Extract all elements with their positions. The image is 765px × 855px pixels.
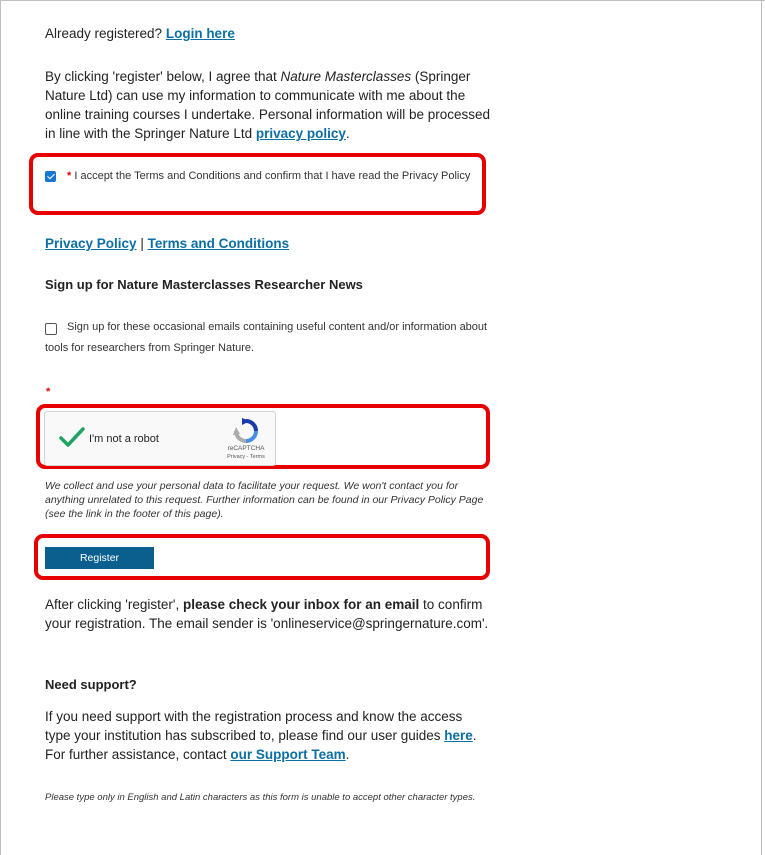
privacy-policy-footer-link[interactable]: Privacy Policy bbox=[45, 236, 137, 251]
recaptcha-widget[interactable]: I'm not a robot reCAPTCHA Privacy - Term… bbox=[44, 411, 276, 466]
policy-links-separator: | bbox=[136, 236, 148, 251]
support-text-1: If you need support with the registratio… bbox=[45, 709, 463, 743]
terms-required-mark: * bbox=[67, 170, 72, 182]
confirmation-text-1: After clicking 'register', bbox=[45, 597, 183, 612]
character-note: Please type only in English and Latin ch… bbox=[45, 792, 476, 803]
privacy-policy-link[interactable]: privacy policy bbox=[256, 126, 346, 141]
terms-link[interactable]: Terms and Conditions bbox=[148, 236, 290, 251]
consent-text-3: . bbox=[345, 126, 350, 141]
login-prompt-text: Already registered? bbox=[45, 26, 166, 41]
consent-text-1: By clicking 'register' below, I agree th… bbox=[45, 69, 281, 84]
newsletter-label: Sign up for these occasional emails cont… bbox=[45, 317, 495, 359]
user-guides-link[interactable]: here bbox=[444, 728, 473, 743]
terms-label-text: I accept the Terms and Conditions and co… bbox=[74, 170, 471, 182]
confirmation-info: After clicking 'register', please check … bbox=[45, 595, 490, 633]
login-prompt: Already registered? Login here bbox=[45, 24, 505, 43]
login-link[interactable]: Login here bbox=[166, 26, 235, 41]
recaptcha-brand: reCAPTCHA bbox=[227, 445, 265, 452]
support-paragraph: If you need support with the registratio… bbox=[45, 707, 490, 764]
newsletter-label-text: Sign up for these occasional emails cont… bbox=[45, 321, 488, 354]
registration-form: Already registered? Login here By clicki… bbox=[0, 0, 765, 855]
check-icon bbox=[59, 427, 85, 447]
support-text-3: . bbox=[345, 747, 350, 762]
support-heading: Need support? bbox=[45, 677, 137, 692]
data-notice: We collect and use your personal data to… bbox=[45, 480, 484, 520]
policy-links: Privacy Policy | Terms and Conditions bbox=[45, 234, 445, 253]
terms-label: * I accept the Terms and Conditions and … bbox=[45, 166, 475, 187]
consent-paragraph: By clicking 'register' below, I agree th… bbox=[45, 67, 495, 143]
captcha-label: I'm not a robot bbox=[89, 433, 159, 445]
support-team-link[interactable]: our Support Team bbox=[230, 747, 345, 762]
recaptcha-privacy-link[interactable]: Privacy bbox=[227, 454, 245, 460]
confirmation-bold: please check your inbox for an email bbox=[182, 597, 420, 612]
newsletter-heading: Sign up for Nature Masterclasses Researc… bbox=[45, 277, 363, 292]
recaptcha-links: Privacy - Terms bbox=[221, 453, 271, 461]
recaptcha-terms-link[interactable]: Terms bbox=[250, 454, 265, 460]
register-button[interactable]: Register bbox=[45, 547, 154, 569]
recaptcha-logo-icon bbox=[233, 418, 258, 443]
captcha-required-mark: * bbox=[46, 386, 51, 398]
consent-brand: Nature Masterclasses bbox=[280, 69, 412, 84]
